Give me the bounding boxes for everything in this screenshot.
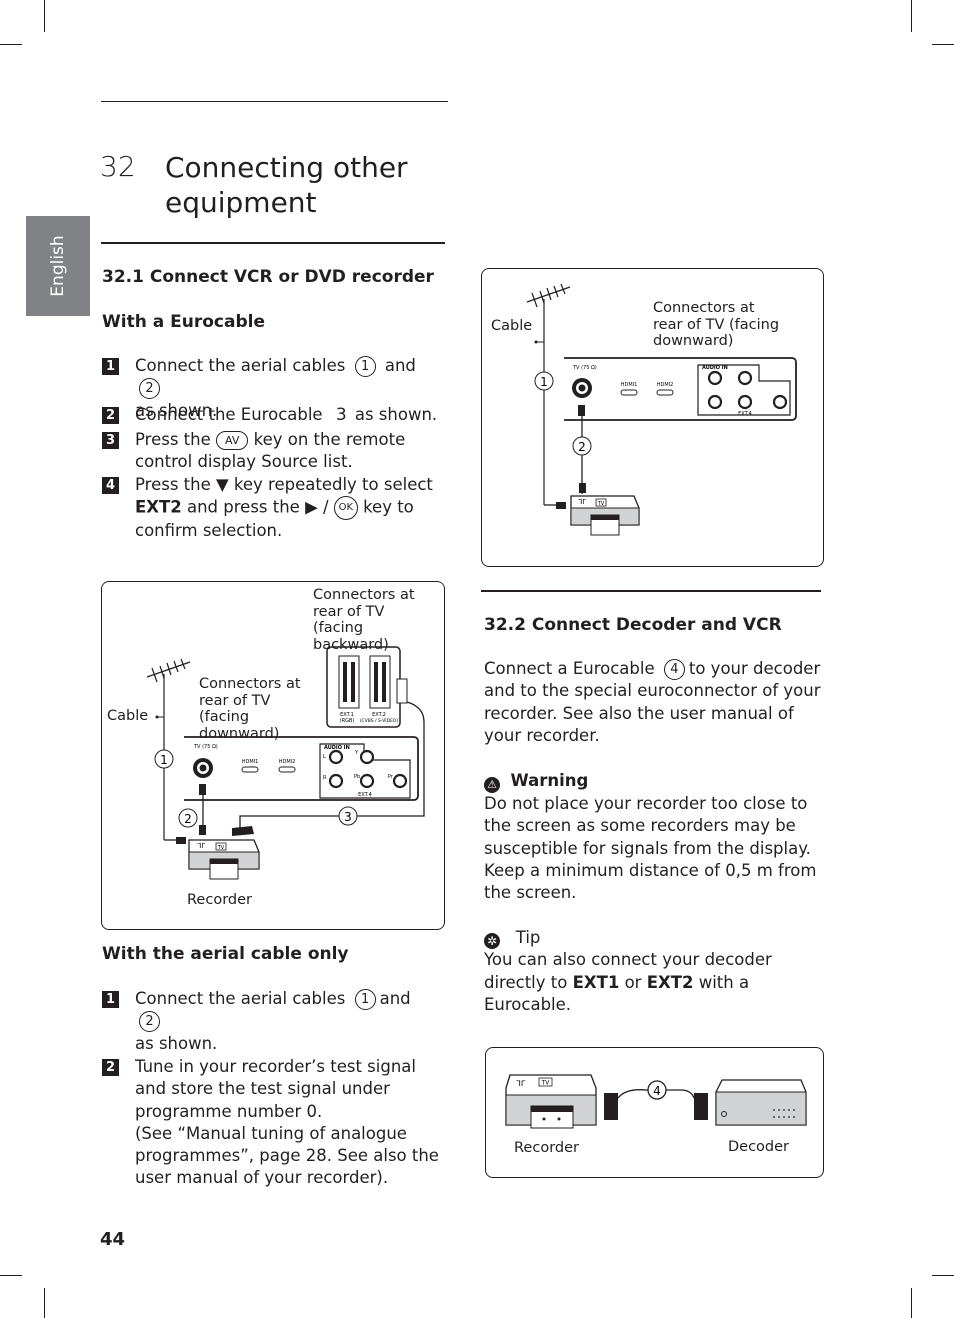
aerial-step-2: 2 Tune in your recorder’s test signal an… <box>102 1056 442 1190</box>
svg-text:Y: Y <box>354 750 359 756</box>
svg-text:ᒣᒥ: ᒣᒥ <box>197 842 205 850</box>
language-tab: English <box>26 216 90 316</box>
tip-icon: ✲ <box>484 933 500 949</box>
chapter-title: Connecting other equipment <box>165 151 408 219</box>
step-4: 4 Press the ▼ key repeatedly to select E… <box>102 474 442 543</box>
marker-3: 3 <box>335 405 347 425</box>
marker-3: 3 <box>344 810 352 824</box>
header-rule <box>101 101 448 102</box>
page-number: 44 <box>100 1229 126 1250</box>
marker-2: 2 <box>139 378 160 400</box>
label-decoder: Decoder <box>728 1139 790 1155</box>
crop-mark <box>911 0 912 32</box>
tv-bottom-panel <box>184 736 419 801</box>
ok-key-icon: OK <box>333 496 358 521</box>
decoder-icon <box>715 1079 807 1126</box>
crop-mark <box>0 1275 22 1276</box>
subheading-eurocable: With a Eurocable <box>102 312 265 332</box>
diagram-eurocable-connection: 1 EXT.1 (RGB) EXT.2 (CVBS / S-VIDEO) TV … <box>101 581 445 930</box>
svg-text:EXT.2: EXT.2 <box>372 712 386 718</box>
tv-bottom-panel <box>564 357 797 421</box>
recorder-icon: ᒣᒥ TV <box>505 1074 597 1129</box>
svg-text:TV: TV <box>541 1080 551 1087</box>
antenna-icon <box>526 283 571 505</box>
marker-2: 2 <box>578 440 586 454</box>
crop-mark <box>932 44 954 45</box>
svg-text:TV (75 Ω): TV (75 Ω) <box>572 365 597 371</box>
warning-icon: ⚠ <box>484 777 500 793</box>
svg-text:HDMI1: HDMI1 <box>621 382 638 388</box>
chapter-number: 32 <box>100 150 136 183</box>
svg-text:Pr: Pr <box>388 774 394 780</box>
label-recorder: Recorder <box>187 892 252 908</box>
label-downward: Connectors at rear of TV (facing downwar… <box>653 300 780 349</box>
svg-text:R: R <box>323 775 327 781</box>
crop-mark <box>0 44 22 45</box>
section-rule <box>101 242 445 244</box>
section-heading-32-1: 32.1 Connect VCR or DVD recorder <box>102 267 434 287</box>
svg-text:TV: TV <box>597 501 605 507</box>
av-key-icon: AV <box>216 431 249 450</box>
svg-text:HDMI2: HDMI2 <box>657 382 674 388</box>
crop-mark <box>44 1288 45 1318</box>
svg-text:HDMI1: HDMI1 <box>242 759 259 765</box>
svg-text:ᒣᒥ: ᒣᒥ <box>516 1079 526 1088</box>
svg-text:EXT.4: EXT.4 <box>358 792 372 798</box>
step-3: 3 Press the AV key on the remote control… <box>102 429 442 474</box>
crop-mark <box>911 1288 912 1318</box>
svg-text:AUDIO IN: AUDIO IN <box>702 365 728 371</box>
marker-4: 4 <box>653 1084 661 1098</box>
marker-1: 1 <box>160 753 168 767</box>
diagram-aerial-connection: 1 TV (75 Ω) HDMI1 HDMI2 AUDIO IN EXT.4 2… <box>481 268 824 567</box>
recorder-icon: ᒣᒥ TV <box>188 839 260 880</box>
marker-4: 4 <box>663 659 685 680</box>
step-2: 2 Connect the Eurocable 3 as shown. <box>102 404 442 426</box>
section-heading-32-2: 32.2 Connect Decoder and VCR <box>484 615 782 635</box>
crop-mark <box>932 1275 954 1276</box>
subheading-aerial: With the aerial cable only <box>102 944 349 964</box>
label-backward: Connectors at rear of TV (facing backwar… <box>313 587 415 653</box>
diagram-3-graphic: ᒣᒥ TV 4 <box>505 1074 807 1129</box>
marker-2: 2 <box>184 812 192 826</box>
label-downward: Connectors at rear of TV (facing downwar… <box>199 676 301 742</box>
decoder-intro: Connect a Eurocable 4 to your decoder and… <box>484 659 821 745</box>
warning-block: ⚠ Warning Do not place your recorder too… <box>484 771 817 903</box>
section-rule <box>481 590 821 592</box>
svg-text:L: L <box>323 754 326 760</box>
label-cable: Cable <box>107 708 149 724</box>
label-cable: Cable <box>491 318 533 334</box>
marker-1: 1 <box>540 375 548 389</box>
svg-text:ᒣᒥ: ᒣᒥ <box>578 498 586 506</box>
svg-text:(RGB): (RGB) <box>340 718 355 724</box>
tip-block: ✲ Tip You can also connect your decoder … <box>484 928 772 1014</box>
diagram-decoder-connection: ᒣᒥ TV 4 Recorder Decoder <box>485 1047 824 1178</box>
svg-text:TV (75 Ω): TV (75 Ω) <box>193 744 218 750</box>
svg-text:HDMI2: HDMI2 <box>279 759 296 765</box>
label-recorder: Recorder <box>514 1140 579 1156</box>
aerial-step-1: 1 Connect the aerial cables 1 and 2 as sho… <box>102 988 442 1055</box>
recorder-icon: ᒣᒥ TV <box>570 495 640 536</box>
svg-text:Pb: Pb <box>354 774 360 780</box>
svg-text:(CVBS / S-VIDEO): (CVBS / S-VIDEO) <box>360 718 399 724</box>
svg-text:EXT.4: EXT.4 <box>738 411 752 417</box>
marker-1: 1 <box>354 356 376 377</box>
crop-mark <box>44 0 45 32</box>
svg-text:TV: TV <box>217 845 225 851</box>
